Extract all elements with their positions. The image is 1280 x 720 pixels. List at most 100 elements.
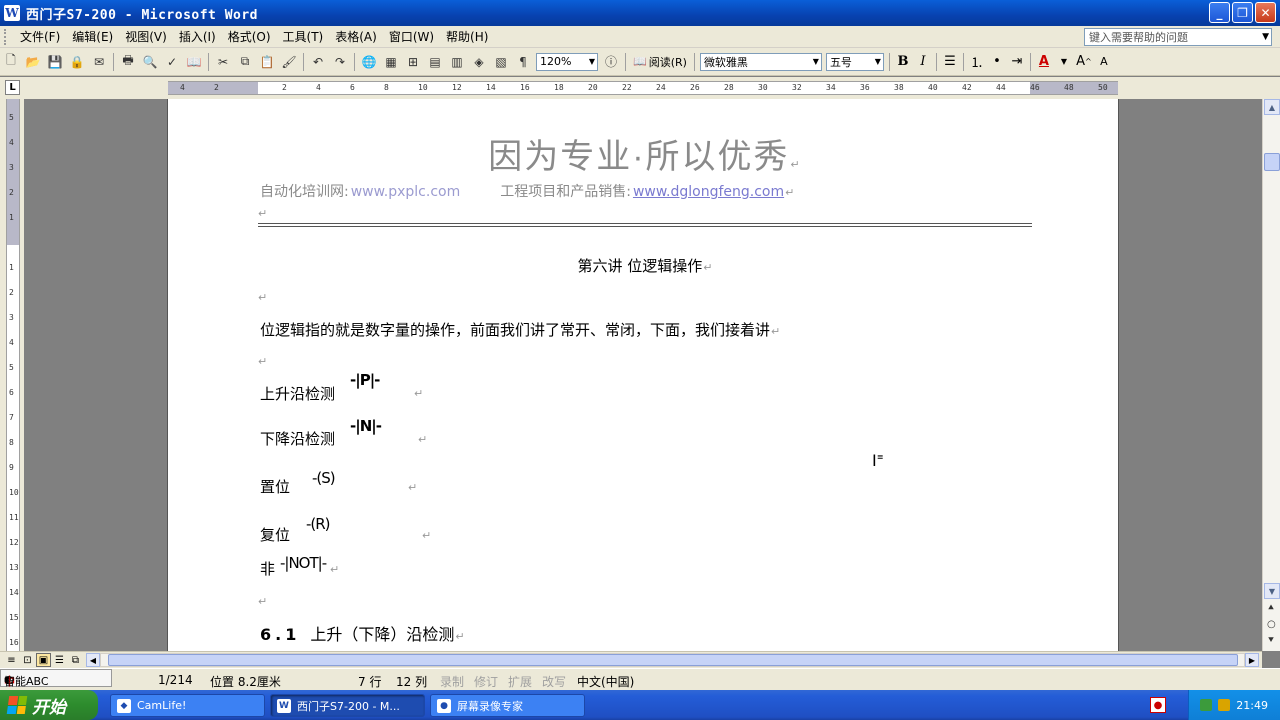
op-label: 非 [260,560,276,578]
menu-file[interactable]: 文件(F) [14,28,66,45]
minimize-button[interactable]: _ [1209,2,1230,23]
bold-button[interactable]: B [893,52,913,72]
start-button[interactable]: 开始 [0,690,98,720]
undo-icon[interactable]: ↶ [308,52,328,72]
paste-icon[interactable]: 📋 [257,52,277,72]
redo-icon[interactable]: ↷ [330,52,350,72]
spelling-icon[interactable]: ✓ [162,52,182,72]
chevron-down-icon[interactable]: ▼ [1054,52,1074,72]
help-icon[interactable]: ⓘ [601,52,621,72]
menu-insert[interactable]: 插入(I) [173,28,222,45]
insert-excel-icon[interactable]: ▤ [425,52,445,72]
italic-button[interactable]: I [913,52,933,72]
scroll-down-icon[interactable]: ▼ [1264,583,1280,599]
tables-borders-icon[interactable]: ▦ [381,52,401,72]
header-site-link[interactable]: www.dglongfeng.com [633,184,784,200]
vruler-number: 2 [9,188,14,197]
menu-format[interactable]: 格式(O) [222,28,277,45]
paragraph-mark: ↵ [258,595,268,608]
menu-edit[interactable]: 编辑(E) [66,28,119,45]
drawing-icon[interactable]: ◈ [469,52,489,72]
show-hide-icon[interactable]: ¶ [513,52,533,72]
volume-icon[interactable] [1218,699,1231,711]
menu-tools[interactable]: 工具(T) [277,28,330,45]
intro-text: 位逻辑指的就是数字量的操作，前面我们讲了常开、常闭，下面，我们接着讲 [260,321,771,339]
help-search-input[interactable]: 键入需要帮助的问题 ▼ [1084,28,1272,46]
status-column: 12 列 [396,675,428,689]
browse-object-icon[interactable]: ○ [1267,619,1276,630]
columns-icon[interactable]: ▥ [447,52,467,72]
format-painter-icon[interactable]: 🖌 [279,52,299,72]
scroll-left-icon[interactable]: ◀ [86,653,100,667]
print-layout-view-icon[interactable]: ▣ [36,653,51,667]
ime-toolbar[interactable]: 中 智能ABC ◐ [0,669,112,688]
status-overtype[interactable]: 改写 [542,673,566,690]
chevron-down-icon[interactable]: ▼ [1262,32,1269,42]
font-name-select[interactable]: 微软雅黑 ▼ [699,52,822,71]
scroll-thumb[interactable] [1264,153,1280,171]
research-icon[interactable]: 📖 [184,52,204,72]
close-button[interactable]: ✕ [1255,2,1276,23]
status-track-changes[interactable]: 修订 [474,673,498,690]
vertical-scrollbar[interactable]: ▲ ▼ ⯅ ○ ⯆ [1262,99,1280,651]
document-page[interactable]: 因为专业·所以优秀↵ 自动化培训网: www.pxplc.com 工程项目和产品销售… [167,99,1119,651]
horizontal-ruler[interactable]: 4 2 2 4 6 8 10 12 14 16 18 20 22 24 26 28 30 32 34 36 38 40 42… [168,81,1118,95]
ruler-number: 24 [656,83,666,92]
document-map-icon[interactable]: ▧ [491,52,511,72]
scroll-up-icon[interactable]: ▲ [1264,99,1280,115]
shrink-font-icon[interactable]: A [1094,52,1114,72]
maximize-button[interactable]: ❐ [1232,2,1253,23]
toolbar-separator [113,52,114,71]
read-button[interactable]: 📖 阅读(R) [629,54,691,70]
menu-table[interactable]: 表格(A) [329,28,383,45]
font-color-icon[interactable]: A [1034,52,1054,72]
status-record[interactable]: 录制 [440,673,464,690]
vertical-ruler[interactable]: 5 4 3 2 1 1 2 3 4 5 6 7 8 9 10 11 12 13 14 15 16 [6,99,20,651]
taskbar-item-camlife[interactable]: ◆ CamLife! [110,694,265,717]
print-preview-icon[interactable]: 🔍 [140,52,160,72]
zoom-select[interactable]: 120% ▼ [536,52,598,71]
bullets-icon[interactable]: • [987,52,1007,72]
new-document-icon[interactable]: 🗋 [1,52,21,72]
vruler-number: 12 [9,538,19,547]
grow-font-icon[interactable]: A ^ [1074,52,1094,72]
ruler-number: 8 [384,83,389,92]
reading-view-icon[interactable]: ⧉ [68,653,83,667]
previous-page-icon[interactable]: ⯅ [1267,603,1275,614]
web-view-icon[interactable]: ⊡ [20,653,35,667]
normal-view-icon[interactable]: ≡ [4,653,19,667]
insert-table-icon[interactable]: ⊞ [403,52,423,72]
align-justify-icon[interactable]: ☰ [940,52,960,72]
status-extend[interactable]: 扩展 [508,673,532,690]
taskbar-item-word[interactable]: W 西门子S7-200 - M... [270,694,425,717]
indent-icon[interactable]: ⇥ [1007,52,1027,72]
vruler-number: 3 [9,163,14,172]
word-app-icon[interactable]: W [4,5,20,21]
menu-grip[interactable] [4,28,8,45]
email-icon[interactable]: ✉ [89,52,109,72]
paragraph-mark: ↵ [785,186,795,199]
copy-icon[interactable]: ⧉ [235,52,255,72]
menu-view[interactable]: 视图(V) [119,28,173,45]
network-icon[interactable] [1200,699,1213,711]
save-icon[interactable]: 💾 [45,52,65,72]
taskbar-item-label: 西门子S7-200 - M... [297,699,400,713]
numbering-icon[interactable]: ⒈ [967,52,987,72]
read-button-label: 阅读(R) [648,55,687,69]
cut-icon[interactable]: ✂ [213,52,233,72]
print-icon[interactable]: 🖶 [118,52,138,72]
hyperlink-icon[interactable]: 🌐 [359,52,379,72]
menu-help[interactable]: 帮助(H) [440,28,494,45]
permission-icon[interactable]: 🔒 [67,52,87,72]
tab-selector[interactable]: L [5,80,20,95]
menu-window[interactable]: 窗口(W) [383,28,440,45]
taskbar-item-recorder[interactable]: ● 屏幕录像专家 [430,694,585,717]
scroll-right-icon[interactable]: ▶ [1245,653,1259,667]
next-page-icon[interactable]: ⯆ [1267,635,1275,646]
outline-view-icon[interactable]: ☰ [52,653,67,667]
open-folder-icon[interactable]: 📂 [23,52,43,72]
recording-indicator-icon[interactable]: ● [1150,697,1166,713]
horizontal-scroll-thumb[interactable] [108,654,1238,666]
font-size-select[interactable]: 五号 ▼ [825,52,884,71]
lecture-title: 第六讲 位逻辑操作↵ [258,255,1032,276]
